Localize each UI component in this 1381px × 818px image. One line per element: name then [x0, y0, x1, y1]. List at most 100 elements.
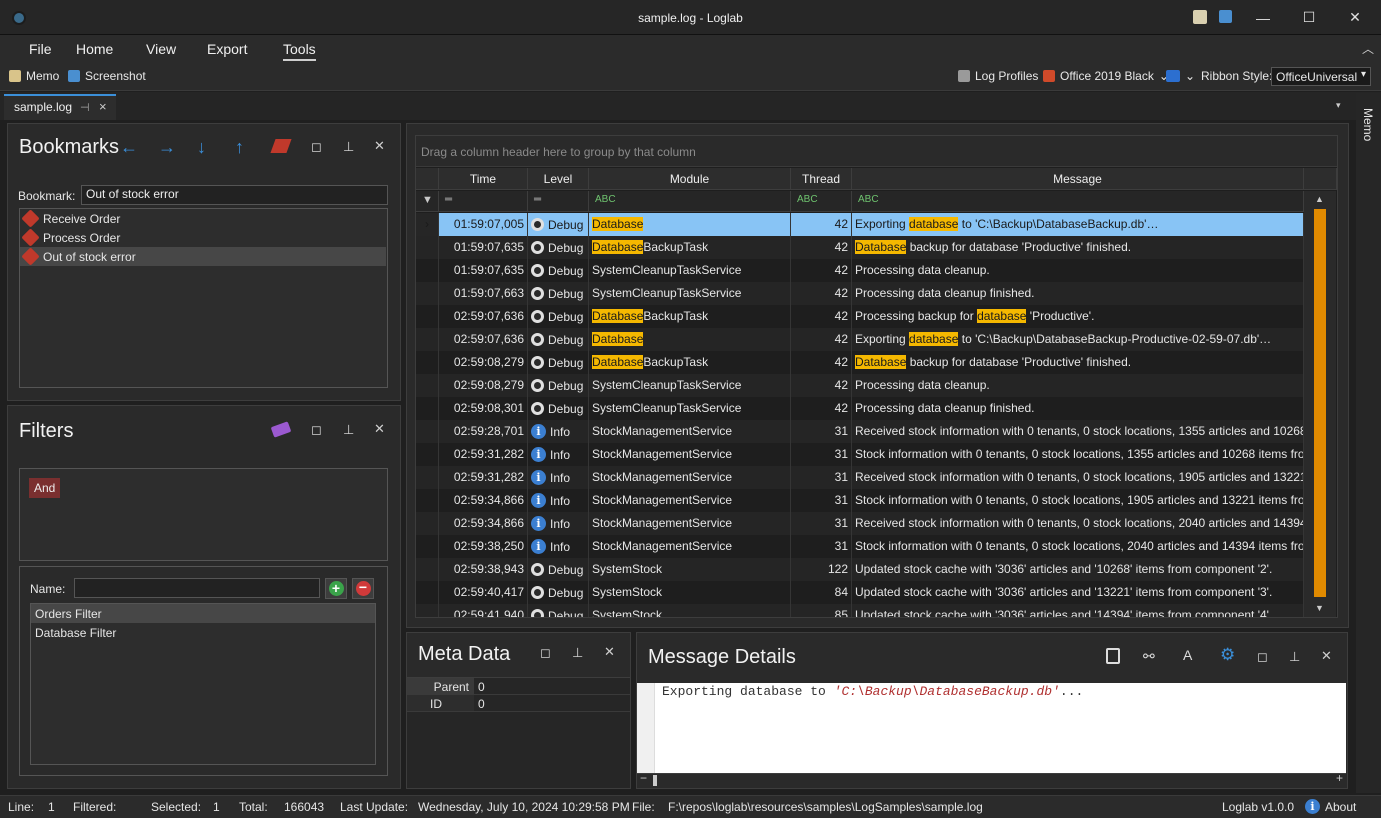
- settings-gear-icon[interactable]: ⚙: [1220, 645, 1235, 665]
- pin-panel-icon[interactable]: ⊥: [343, 139, 354, 155]
- log-row[interactable]: 02:59:41,940 Debug SystemStock 85 Updated st…: [416, 604, 1304, 617]
- group-panel[interactable]: Drag a column header here to group by th…: [416, 136, 1337, 167]
- ribbon-style-select[interactable]: OfficeUniversal ▾: [1271, 67, 1371, 86]
- pin-panel-icon[interactable]: ⊥: [572, 645, 583, 661]
- column-header-message[interactable]: Message: [852, 168, 1304, 190]
- column-header-blank: [1304, 168, 1337, 190]
- log-profiles-button[interactable]: Log Profiles: [958, 69, 1038, 83]
- log-row[interactable]: 01:59:07,635 Debug SystemCleanupTaskServic…: [416, 259, 1304, 282]
- memo-side-tab[interactable]: Memo: [1361, 108, 1375, 141]
- maximize-panel-icon[interactable]: ◻: [540, 645, 551, 661]
- level-text: Debug: [548, 355, 584, 370]
- log-row[interactable]: 02:59:31,282 i Info StockManagementService 3…: [416, 443, 1304, 466]
- scroll-up-icon[interactable]: ▲: [1315, 194, 1324, 204]
- close-panel-icon[interactable]: ✕: [604, 644, 615, 660]
- maximize-panel-icon[interactable]: ◻: [311, 139, 322, 155]
- screenshot-button[interactable]: Screenshot: [68, 69, 146, 83]
- copy-icon[interactable]: [1106, 648, 1120, 664]
- thread-filter-cell[interactable]: ABC: [791, 191, 852, 212]
- info-icon[interactable]: i: [1305, 799, 1320, 814]
- log-row[interactable]: 02:59:34,866 i Info StockManagementService 3…: [416, 489, 1304, 512]
- log-row[interactable]: 01:59:07,663 Debug SystemCleanupTaskServic…: [416, 282, 1304, 305]
- log-row[interactable]: 02:59:38,943 Debug SystemStock 122 Updated s…: [416, 558, 1304, 581]
- message-cell: Updated stock cache with '3036' articles…: [852, 581, 1304, 604]
- menu-export[interactable]: Export: [207, 41, 247, 57]
- info-level-icon: i: [531, 516, 546, 531]
- filter-list-item[interactable]: Database Filter: [31, 623, 375, 642]
- log-row[interactable]: 02:59:34,866 i Info StockManagementService 3…: [416, 512, 1304, 535]
- row-indicator: [416, 558, 439, 581]
- color-dropdown[interactable]: ⌄: [1166, 69, 1195, 83]
- word-wrap-icon[interactable]: A: [1183, 647, 1192, 663]
- arrow-up-icon[interactable]: ↑: [235, 137, 244, 158]
- status-bar: Line: 1 Filtered: Selected: 1 Total: 166…: [0, 795, 1381, 818]
- maximize-button[interactable]: ☐: [1286, 0, 1332, 35]
- module-cell: StockManagementService: [589, 443, 791, 466]
- menu-file[interactable]: File: [29, 41, 52, 57]
- vertical-scrollbar[interactable]: ▲ ▼: [1304, 191, 1336, 617]
- level-text: Debug: [548, 608, 584, 618]
- arrow-right-icon[interactable]: →: [158, 137, 176, 158]
- close-tab-icon[interactable]: ×: [99, 99, 107, 114]
- time-cell: 02:59:08,279: [439, 374, 528, 397]
- bookmark-input[interactable]: Out of stock error: [81, 185, 388, 205]
- filter-row-icon[interactable]: ▼: [416, 191, 439, 212]
- close-button[interactable]: ✕: [1332, 0, 1378, 35]
- pin-icon[interactable]: ⊣: [80, 101, 90, 114]
- log-row[interactable]: 01:59:07,635 Debug DatabaseBackupTask 42 Dat…: [416, 236, 1304, 259]
- file-path: F:\repos\loglab\resources\samples\LogSam…: [668, 800, 983, 814]
- time-filter-cell[interactable]: ═: [439, 191, 528, 212]
- theme-dropdown[interactable]: Office 2019 Black ⌄: [1043, 69, 1169, 83]
- log-row[interactable]: 02:59:31,282 i Info StockManagementService 3…: [416, 466, 1304, 489]
- column-header-thread[interactable]: Thread: [791, 168, 852, 190]
- memo-toolbar-icon[interactable]: [1193, 10, 1207, 24]
- close-panel-icon[interactable]: ✕: [374, 138, 385, 154]
- tab-menu-icon[interactable]: ▾: [1336, 100, 1341, 111]
- scroll-down-icon[interactable]: ▼: [1315, 603, 1324, 613]
- log-row[interactable]: 02:59:08,301 Debug SystemCleanupTaskServic…: [416, 397, 1304, 420]
- horizontal-scrollbar[interactable]: − +: [637, 771, 1346, 787]
- tab-sample-log[interactable]: sample.log ⊣ ×: [4, 94, 116, 120]
- log-row[interactable]: › 01:59:07,005 Debug Database 42 Exporting da…: [416, 213, 1304, 236]
- message-cell: Exporting database to 'C:\Backup\Databas…: [852, 328, 1304, 351]
- minimize-button[interactable]: —: [1240, 0, 1286, 35]
- binoculars-icon[interactable]: ⚯: [1143, 648, 1155, 665]
- log-row[interactable]: 02:59:38,250 i Info StockManagementService 3…: [416, 535, 1304, 558]
- selected-label: Selected:: [151, 800, 202, 814]
- arrow-down-icon[interactable]: ↓: [197, 137, 206, 158]
- menu-home[interactable]: Home: [76, 41, 113, 57]
- pin-panel-icon[interactable]: ⊥: [1289, 649, 1300, 665]
- screenshot-toolbar-icon[interactable]: [1219, 10, 1232, 23]
- log-row[interactable]: 02:59:40,417 Debug SystemStock 84 Updated st…: [416, 581, 1304, 604]
- message-text-area[interactable]: Exporting database to 'C:\Backup\Databas…: [637, 683, 1346, 773]
- log-row[interactable]: 02:59:07,636 Debug DatabaseBackupTask 42 Pro…: [416, 305, 1304, 328]
- about-link[interactable]: About: [1325, 800, 1356, 814]
- search-highlight: database: [909, 332, 959, 346]
- log-row[interactable]: 02:59:28,701 i Info StockManagementService 3…: [416, 420, 1304, 443]
- arrow-left-icon[interactable]: ←: [120, 137, 138, 158]
- log-row[interactable]: 02:59:08,279 Debug SystemCleanupTaskServic…: [416, 374, 1304, 397]
- scroll-thumb[interactable]: [1314, 209, 1326, 597]
- collapse-ribbon-icon[interactable]: ︿: [1362, 40, 1374, 57]
- log-row[interactable]: 02:59:08,279 Debug DatabaseBackupTask 42 Dat…: [416, 351, 1304, 374]
- zoom-in-icon[interactable]: +: [1336, 771, 1343, 785]
- message-cell: Exporting database to 'C:\Backup\Databas…: [852, 213, 1304, 236]
- debug-level-icon: [531, 586, 544, 599]
- menu-tools[interactable]: Tools: [283, 41, 316, 61]
- memo-button[interactable]: Memo: [9, 69, 59, 83]
- search-highlight: database: [977, 309, 1027, 323]
- maximize-panel-icon[interactable]: ◻: [1257, 649, 1268, 665]
- row-indicator: [416, 282, 439, 305]
- column-header-level[interactable]: Level: [528, 168, 589, 190]
- zoom-out-icon[interactable]: −: [640, 771, 647, 785]
- column-header-module[interactable]: Module: [589, 168, 791, 190]
- message-tail-text: ...: [1059, 684, 1084, 699]
- scroll-thumb[interactable]: [653, 775, 657, 786]
- level-filter-cell[interactable]: ═: [528, 191, 589, 212]
- close-panel-icon[interactable]: ✕: [1321, 648, 1332, 664]
- message-filter-cell[interactable]: ABC: [852, 191, 1304, 212]
- menu-view[interactable]: View: [146, 41, 176, 57]
- log-row[interactable]: 02:59:07,636 Debug Database 42 Exporting dat…: [416, 328, 1304, 351]
- column-header-time[interactable]: Time: [439, 168, 528, 190]
- module-filter-cell[interactable]: ABC: [589, 191, 791, 212]
